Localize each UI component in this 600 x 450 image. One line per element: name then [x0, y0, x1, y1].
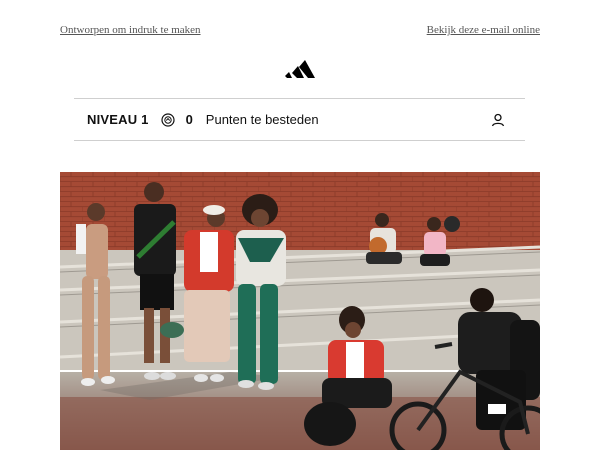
membership-level: NIVEAU 1 — [87, 112, 149, 127]
designed-to-impress-link[interactable]: Ontworpen om indruk te maken — [60, 24, 201, 36]
adidas-logo-icon[interactable] — [284, 59, 316, 79]
user-account-icon[interactable] — [491, 113, 505, 127]
view-email-online-link[interactable]: Bekijk deze e-mail online — [427, 24, 540, 36]
lifestyle-photo — [60, 172, 540, 450]
loyalty-bar: NIVEAU 1 0 Punten te besteden — [74, 98, 525, 141]
points-count: 0 — [185, 112, 193, 127]
points-label: Punten te besteden — [205, 112, 319, 127]
points-coin-icon — [160, 112, 175, 127]
header-links: Ontworpen om indruk te maken Bekijk deze… — [60, 24, 540, 36]
hero-image[interactable] — [60, 172, 540, 450]
